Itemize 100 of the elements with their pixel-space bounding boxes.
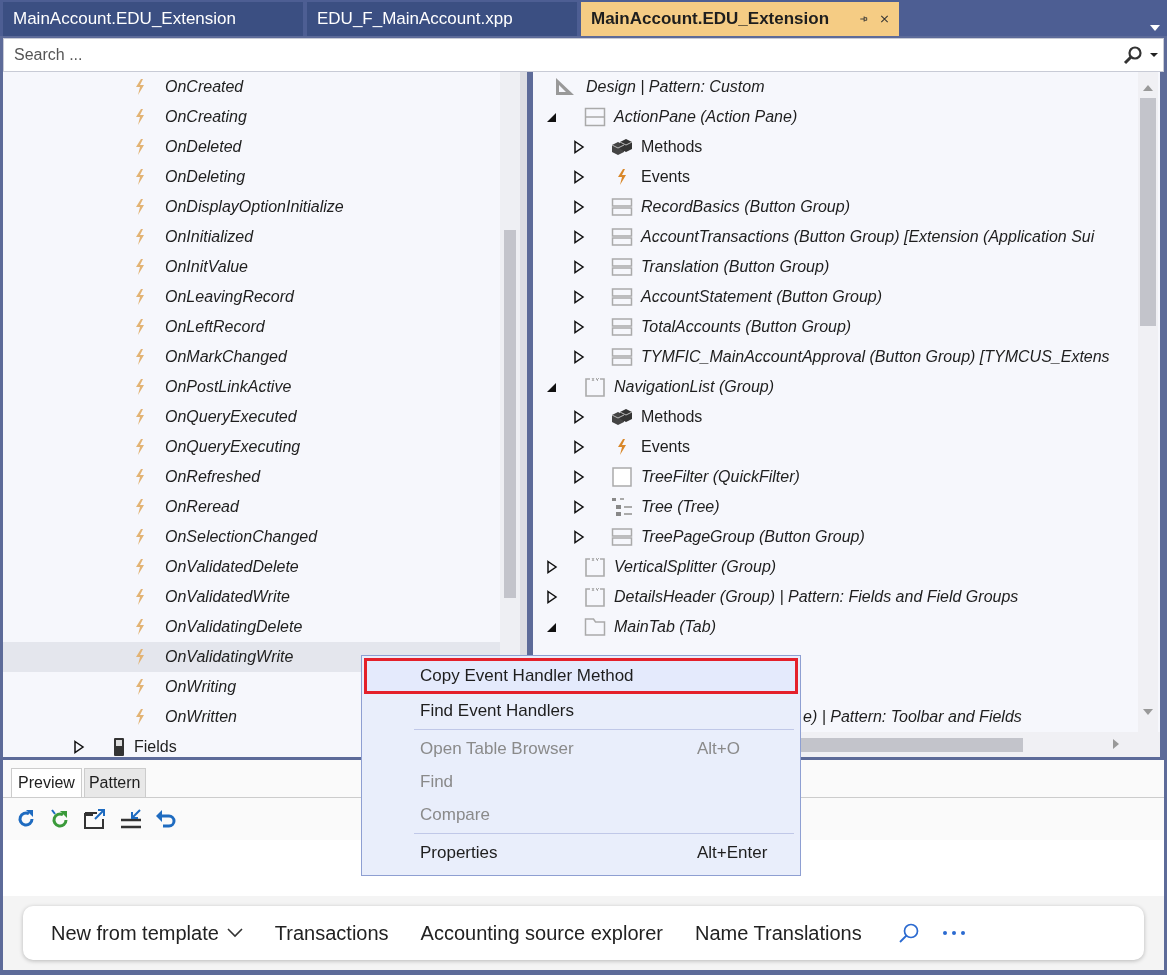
expander-icon[interactable] (573, 470, 585, 484)
expander-icon[interactable] (573, 200, 585, 214)
tree-item[interactable]: RecordBasics (Button Group) (641, 198, 850, 216)
action-button[interactable]: Transactions (258, 921, 405, 945)
menu-item[interactable]: Properties Alt+Enter (364, 836, 798, 869)
lightning-icon (615, 438, 629, 456)
tree-item[interactable]: OnDeleting (3, 162, 500, 192)
stacked-rows-icon (611, 197, 633, 217)
action-button[interactable]: Accounting source explorer (404, 921, 679, 945)
search-icon[interactable] (1123, 45, 1143, 65)
tree-item[interactable]: OnCreated (3, 72, 500, 102)
tree-item[interactable]: OnDisplayOptionInitialize (3, 192, 500, 222)
lightning-icon (133, 468, 147, 486)
group-frame-icon (584, 586, 606, 608)
lightning-icon (133, 288, 147, 306)
expander-icon[interactable] (573, 290, 585, 304)
more-icon[interactable] (941, 930, 966, 936)
lightning-icon (133, 258, 147, 276)
open-window-icon[interactable] (83, 808, 107, 830)
tree-item[interactable]: OnValidatedWrite (3, 582, 500, 612)
tree-item[interactable]: OnReread (3, 492, 500, 522)
group-frame-icon (584, 376, 606, 398)
tree-item[interactable]: VerticalSplitter (Group) (614, 558, 777, 576)
expander-icon[interactable] (573, 320, 585, 334)
lightning-icon (133, 408, 147, 426)
expander-icon[interactable] (546, 590, 558, 604)
document-tab[interactable]: EDU_F_MainAccount.xpp (307, 2, 577, 36)
tree-item[interactable]: OnValidatingDelete (3, 612, 500, 642)
tree-item[interactable]: OnLeavingRecord (3, 282, 500, 312)
dock-window-icon[interactable] (119, 808, 143, 830)
lightning-icon (133, 78, 147, 96)
tree-item[interactable]: OnInitValue (3, 252, 500, 282)
tree-item[interactable]: Translation (Button Group) (641, 258, 830, 276)
tree-item[interactable]: Tree (Tree) (641, 498, 720, 516)
lightning-icon (133, 678, 147, 696)
tree-item[interactable]: OnRefreshed (3, 462, 500, 492)
tree-item[interactable]: TYMFIC_MainAccountApproval (Button Group) [TYMCUS_Extens (641, 348, 1110, 366)
dropdown-icon[interactable] (1149, 24, 1161, 32)
field-icon (113, 737, 125, 757)
tree-item[interactable]: Methods (641, 138, 703, 156)
menu-item[interactable]: Copy Event Handler Method (364, 658, 798, 694)
tree-item[interactable]: MainTab (Tab) (614, 618, 716, 636)
tree-item[interactable]: DetailsHeader (Group) | Pattern: Fields and Field Groups (614, 588, 1019, 606)
tree-item[interactable]: OnMarkChanged (3, 342, 500, 372)
menu-button[interactable]: New from template (35, 921, 259, 945)
panel-tab[interactable]: Pattern (83, 768, 146, 797)
document-tab[interactable]: MainAccount.EDU_Extension (581, 2, 899, 36)
tree-item[interactable]: TotalAccounts (Button Group) (641, 318, 852, 336)
lightning-icon (133, 498, 147, 516)
lightning-icon (133, 138, 147, 156)
stacked-rows-icon (611, 257, 633, 277)
tree-item[interactable]: OnPostLinkActive (3, 372, 500, 402)
stacked-rows-icon (611, 347, 633, 367)
expander-icon[interactable] (573, 260, 585, 274)
expander-icon[interactable] (573, 230, 585, 244)
tree-item[interactable]: OnQueryExecuting (3, 432, 500, 462)
stacked-rows-icon (611, 227, 633, 247)
tree-item[interactable]: OnCreating (3, 102, 500, 132)
lightning-icon (133, 588, 147, 606)
stacked-rows-icon (611, 317, 633, 337)
lightning-icon (133, 168, 147, 186)
dropdown-icon[interactable] (1149, 52, 1159, 58)
expander-icon[interactable] (573, 170, 585, 184)
undo-icon[interactable] (155, 808, 177, 830)
expander-icon[interactable] (573, 350, 585, 364)
tree-item[interactable]: NavigationList (Group) (614, 378, 775, 396)
tree-item[interactable]: OnInitialized (3, 222, 500, 252)
tree-item[interactable]: Events (641, 438, 690, 456)
tree-item[interactable]: OnDeleted (3, 132, 500, 162)
expander-icon[interactable] (573, 140, 585, 154)
tree-item[interactable]: TreeFilter (QuickFilter) (641, 468, 800, 486)
tree-item[interactable]: OnSelectionChanged (3, 522, 500, 552)
expander-icon[interactable] (573, 440, 585, 454)
document-tab[interactable]: MainAccount.EDU_Extension (3, 2, 303, 36)
tree-item[interactable]: Methods (641, 408, 703, 426)
action-button[interactable]: Name Translations (678, 921, 878, 945)
chevron-down-icon (226, 928, 243, 938)
tree-item[interactable]: TreePageGroup (Button Group) (641, 528, 865, 546)
tree-item[interactable]: e) | Pattern: Toolbar and Fields (803, 708, 1022, 726)
tree-item[interactable]: AccountStatement (Button Group) (641, 288, 882, 306)
expander-icon[interactable] (73, 740, 85, 754)
lightning-icon (133, 108, 147, 126)
tree-item[interactable]: OnLeftRecord (3, 312, 500, 342)
lightning-icon (133, 558, 147, 576)
expander-icon[interactable] (573, 500, 585, 514)
tree-item[interactable]: Design | Pattern: Custom (586, 78, 765, 96)
expander-icon[interactable] (573, 530, 585, 544)
expander-icon[interactable] (573, 410, 585, 424)
panel-tab[interactable]: Preview (11, 768, 82, 797)
tree-item[interactable]: OnQueryExecuted (3, 402, 500, 432)
tree-item[interactable]: Events (641, 168, 690, 186)
tree-item[interactable]: ActionPane (Action Pane) (614, 108, 798, 126)
tree-item[interactable]: OnValidatedDelete (3, 552, 500, 582)
lightning-icon (133, 348, 147, 366)
tree-item[interactable]: AccountTransactions (Button Group) [Extension (Application Sui (641, 228, 1095, 246)
expander-icon[interactable] (546, 560, 558, 574)
stacked-rows-icon (611, 527, 633, 547)
menu-item[interactable]: Find Event Handlers (364, 694, 798, 727)
lightning-icon (615, 168, 629, 186)
stacked-rows-icon (611, 287, 633, 307)
